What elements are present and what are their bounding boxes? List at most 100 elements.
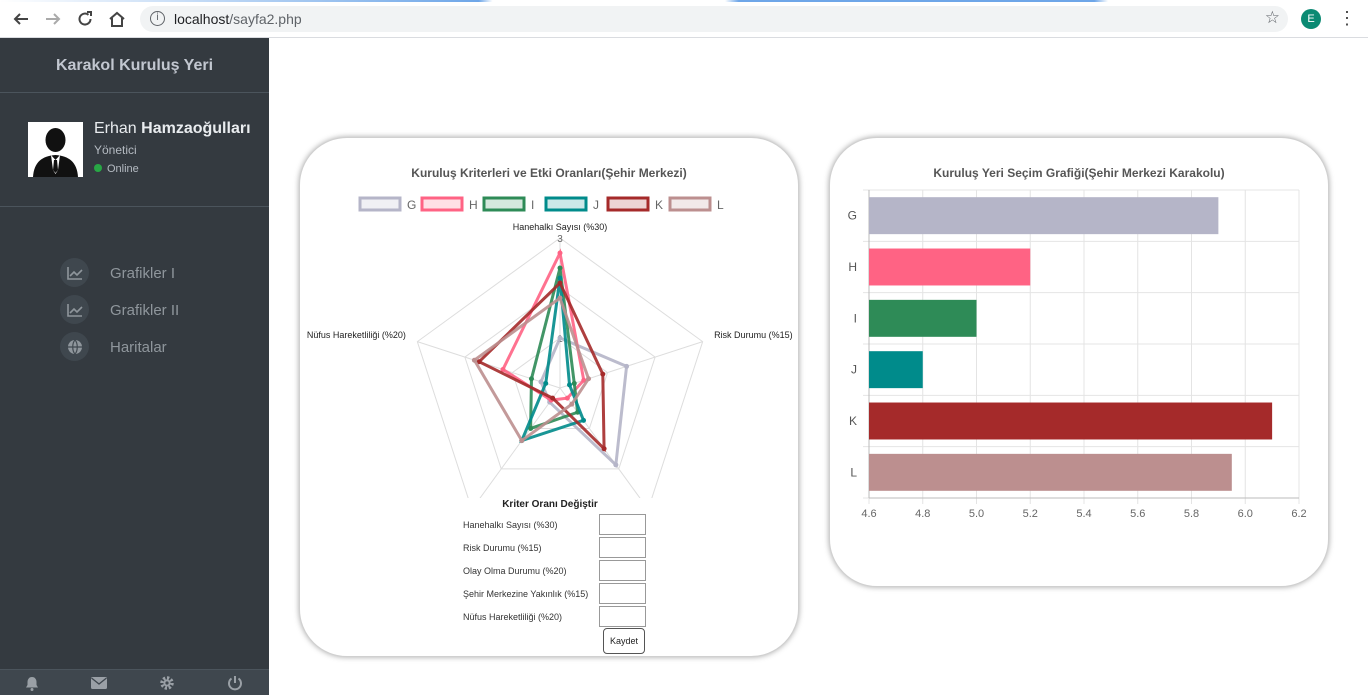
user-name[interactable]: Erhan Hamzaoğulları <box>94 120 251 138</box>
radar-point <box>569 401 575 407</box>
bar-y-tick-label: I <box>854 311 857 325</box>
legend-swatch <box>420 196 464 212</box>
sidebar-item-haritalar[interactable]: Haritalar <box>0 328 269 365</box>
save-button[interactable]: Kaydet <box>603 628 645 654</box>
arrow-right-icon <box>46 13 61 25</box>
home-button[interactable] <box>106 8 128 30</box>
radar-point <box>586 376 592 382</box>
bar-y-tick-label: G <box>848 209 857 223</box>
radar-point <box>581 417 587 423</box>
power-icon[interactable] <box>227 675 243 691</box>
envelope-icon[interactable] <box>91 675 107 691</box>
radar-point <box>557 335 563 341</box>
user-status: Online <box>94 163 139 175</box>
globe-icon <box>60 332 89 361</box>
legend-item-K: K <box>606 196 663 212</box>
profile-avatar[interactable]: E <box>1301 9 1321 29</box>
radar-series-line <box>539 336 629 469</box>
bar-x-tick-label: 5.0 <box>969 508 984 520</box>
criteria-row: Olay Olma Durumu (%20) <box>463 560 663 582</box>
sidebar: Karakol Kuruluş Yeri Erhan Hamzaoğulları… <box>0 38 269 695</box>
radar-axis-label: Risk Durumu (%15) <box>714 330 793 340</box>
radar-point <box>557 275 563 281</box>
radar-point <box>601 446 607 452</box>
bar-x-tick-label: 6.2 <box>1291 508 1306 520</box>
bar-K <box>869 402 1273 440</box>
browser-menu-icon[interactable]: ⋮ <box>1338 8 1356 29</box>
brand-title[interactable]: Karakol Kuruluş Yeri <box>0 38 269 93</box>
bookmark-star-icon[interactable]: ☆ <box>1265 8 1280 28</box>
legend-label: I <box>531 198 534 212</box>
hanehalki-input[interactable] <box>599 514 646 535</box>
forward-button[interactable] <box>42 8 64 30</box>
criteria-row: Nüfus Hareketliliği (%20) <box>463 606 663 628</box>
radar-spoke <box>479 387 561 498</box>
yakinlik-input[interactable] <box>599 583 646 604</box>
legend-label: J <box>593 198 599 212</box>
sidebar-item-grafikler-2[interactable]: Grafikler II <box>0 291 269 328</box>
legend-label: K <box>655 198 663 212</box>
radar-chart: GHIJKL13Hanehalkı Sayısı (%30)Risk Durum… <box>307 196 793 498</box>
legend-label: G <box>407 198 416 212</box>
bar-I <box>869 299 977 337</box>
chart-line-icon <box>60 258 89 287</box>
legend-swatch <box>482 196 526 212</box>
olay-input[interactable] <box>599 560 646 581</box>
radar-point <box>557 265 563 271</box>
info-icon[interactable]: i <box>150 11 165 26</box>
radar-chart-card: Kuruluş Kriterleri ve Etki Oranları(Şehi… <box>299 137 799 657</box>
gear-icon[interactable] <box>159 675 175 691</box>
bar-x-tick-label: 5.4 <box>1076 508 1091 520</box>
legend-item-L: L <box>668 196 724 212</box>
url-text[interactable]: localhost/sayfa2.php <box>174 11 302 27</box>
radar-point <box>613 462 619 468</box>
bar-L <box>869 453 1232 491</box>
loading-indicator <box>0 0 1368 2</box>
bar-y-tick-label: H <box>848 260 857 274</box>
radar-point <box>550 395 556 401</box>
radar-point <box>567 382 573 388</box>
radar-axis-label: Hanehalkı Sayısı (%30) <box>513 222 608 232</box>
radar-tick-label: 3 <box>557 234 563 245</box>
radar-point <box>543 380 549 386</box>
chart-line-icon <box>60 295 89 324</box>
radar-point <box>471 357 477 363</box>
reload-button[interactable] <box>74 8 96 30</box>
legend-swatch <box>606 196 650 212</box>
risk-input[interactable] <box>599 537 646 558</box>
criteria-row: Şehir Merkezine Yakınlık (%15) <box>463 583 663 605</box>
bar-x-tick-label: 6.0 <box>1238 508 1253 520</box>
criteria-row: Risk Durumu (%15) <box>463 537 663 559</box>
radar-axis-label: Nüfus Hareketliliği (%20) <box>307 330 406 340</box>
home-icon <box>109 11 125 27</box>
bar-H <box>869 248 1031 286</box>
radar-point <box>519 438 525 444</box>
legend-label: L <box>717 198 724 212</box>
criteria-row: Hanehalkı Sayısı (%30) <box>463 514 663 536</box>
browser-toolbar: i localhost/sayfa2.php ☆ E ⋮ <box>0 0 1368 38</box>
avatar <box>28 122 83 177</box>
radar-point <box>600 371 606 377</box>
arrow-left-icon <box>13 13 28 25</box>
bar-x-tick-label: 5.8 <box>1184 508 1199 520</box>
legend-item-H: H <box>420 196 478 212</box>
radar-point <box>624 363 630 369</box>
sidebar-menu: Grafikler I Grafikler II Haritalar <box>0 254 269 365</box>
radar-point <box>557 280 563 286</box>
bell-icon[interactable] <box>24 675 40 691</box>
criteria-label: Şehir Merkezine Yakınlık (%15) <box>463 589 589 599</box>
bar-x-tick-label: 5.6 <box>1130 508 1145 520</box>
bar-y-tick-label: K <box>849 414 857 428</box>
user-panel: Erhan Hamzaoğulları Yönetici Online <box>0 93 269 207</box>
sidebar-item-grafikler-1[interactable]: Grafikler I <box>0 254 269 291</box>
criteria-label: Risk Durumu (%15) <box>463 543 542 553</box>
bar-G <box>869 197 1219 235</box>
legend-swatch <box>544 196 588 212</box>
legend-label: H <box>469 198 478 212</box>
back-button[interactable] <box>10 8 32 30</box>
address-bar[interactable]: i localhost/sayfa2.php ☆ <box>140 6 1288 32</box>
nufus-input[interactable] <box>599 606 646 627</box>
criteria-label: Hanehalkı Sayısı (%30) <box>463 520 558 530</box>
bar-J <box>869 351 923 389</box>
bar-x-tick-label: 5.2 <box>1023 508 1038 520</box>
